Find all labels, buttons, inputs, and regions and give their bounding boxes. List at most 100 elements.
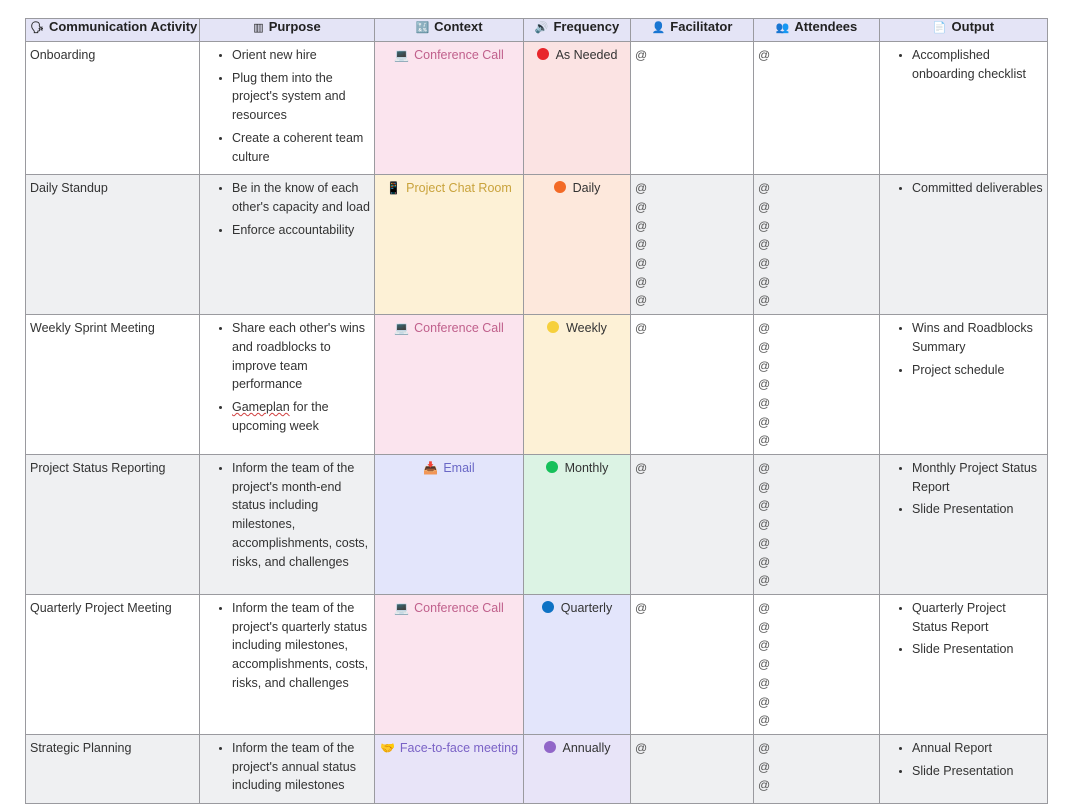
attendee-mention[interactable]: @ [758,198,875,217]
facilitator-mention[interactable]: @ [635,291,749,310]
attendee-mention[interactable]: @ [758,273,875,292]
facilitator-mention[interactable]: @ [635,319,749,338]
column-header-facilitator[interactable]: 👤 Facilitator [630,18,754,42]
output-list: Wins and Roadblocks Summary Project sched… [884,319,1043,379]
facilitator-cell[interactable]: @ [630,454,754,596]
attendee-mention[interactable]: @ [758,515,875,534]
attendee-mention[interactable]: @ [758,571,875,590]
frequency-cell[interactable]: Monthly [523,454,631,596]
activity-cell[interactable]: Project Status Reporting [25,454,200,596]
column-header-context[interactable]: 🔣 Context [374,18,524,42]
attendee-mention[interactable]: @ [758,338,875,357]
column-header-output[interactable]: 📄 Output [879,18,1048,42]
facilitator-mention[interactable]: @ [635,217,749,236]
facilitator-cell[interactable]: @ [630,734,754,804]
facilitator-mention[interactable]: @ [635,235,749,254]
attendees-cell[interactable]: @ [753,40,880,176]
attendee-mention[interactable]: @ [758,693,875,712]
purpose-cell[interactable]: Inform the team of the project's quarter… [199,594,375,736]
frequency-cell[interactable]: Daily [523,174,631,316]
attendee-mention[interactable]: @ [758,758,875,777]
attendee-mention[interactable]: @ [758,776,875,795]
output-cell[interactable]: Monthly Project Status Report Slide Prese… [879,454,1048,596]
attendee-mention[interactable]: @ [758,618,875,637]
attendee-mention[interactable]: @ [758,636,875,655]
column-header-attendees[interactable]: 👥 Attendees [753,18,880,42]
output-item: Monthly Project Status Report [912,459,1043,496]
column-header-communication-activity[interactable]: 🗣 Communication Activity [25,18,200,42]
output-cell[interactable]: Committed deliverables [879,174,1048,316]
column-header-frequency[interactable]: 🔊 Frequency [523,18,631,42]
facilitator-cell[interactable]: @ @ @ @ @ @ @ [630,174,754,316]
attendees-cell[interactable]: @ @ @ @ @ @ @ [753,174,880,316]
attendee-mention[interactable]: @ [758,496,875,515]
context-cell[interactable]: 🤝 Face-to-face meeting [374,734,524,804]
attendee-mention[interactable]: @ [758,375,875,394]
activity-cell[interactable]: Weekly Sprint Meeting [25,314,200,456]
facilitator-mention[interactable]: @ [635,459,749,478]
purpose-cell[interactable]: Orient new hire Plug them into the projec… [199,40,375,176]
attendees-cell[interactable]: @ @ @ @ @ @ @ [753,314,880,456]
frequency-cell[interactable]: Annually [523,734,631,804]
frequency-cell[interactable]: Weekly [523,314,631,456]
facilitator-mention[interactable]: @ [635,46,749,65]
attendee-mention[interactable]: @ [758,711,875,730]
context-cell[interactable]: 📱 Project Chat Room [374,174,524,316]
activity-cell[interactable]: Strategic Planning [25,734,200,804]
context-label: Project Chat Room [406,181,512,196]
facilitator-cell[interactable]: @ [630,594,754,736]
attendee-mention[interactable]: @ [758,739,875,758]
attendee-mention[interactable]: @ [758,431,875,450]
attendee-mention[interactable]: @ [758,674,875,693]
attendees-cell[interactable]: @ @ @ @ @ @ @ [753,594,880,736]
frequency-cell[interactable]: Quarterly [523,594,631,736]
facilitator-cell[interactable]: @ [630,314,754,456]
attendee-mention[interactable]: @ [758,553,875,572]
facilitator-mention[interactable]: @ [635,254,749,273]
output-cell[interactable]: Quarterly Project Status Report Slide Pre… [879,594,1048,736]
output-cell[interactable]: Annual Report Slide Presentation [879,734,1048,804]
attendee-mention[interactable]: @ [758,179,875,198]
purpose-cell[interactable]: Be in the know of each other's capacity … [199,174,375,316]
attendee-mention[interactable]: @ [758,291,875,310]
attendee-mention[interactable]: @ [758,459,875,478]
facilitator-mention[interactable]: @ [635,273,749,292]
purpose-cell[interactable]: Share each other's wins and roadblocks t… [199,314,375,456]
output-cell[interactable]: Wins and Roadblocks Summary Project sched… [879,314,1048,456]
attendee-mention[interactable]: @ [758,478,875,497]
facilitator-mention[interactable]: @ [635,179,749,198]
purpose-list: Share each other's wins and roadblocks t… [204,319,370,435]
person-icon: 👤 [651,22,666,34]
attendee-mention[interactable]: @ [758,217,875,236]
attendee-mention[interactable]: @ [758,413,875,432]
context-cell[interactable]: 💻 Conference Call [374,594,524,736]
purpose-list: Inform the team of the project's annual … [204,739,370,795]
attendee-mention[interactable]: @ [758,357,875,376]
facilitator-mention[interactable]: @ [635,599,749,618]
facilitator-mention[interactable]: @ [635,198,749,217]
attendee-mention[interactable]: @ [758,235,875,254]
activity-cell[interactable]: Onboarding [25,40,200,176]
purpose-cell[interactable]: Inform the team of the project's annual … [199,734,375,804]
frequency-label: Daily [572,181,601,196]
activity-cell[interactable]: Quarterly Project Meeting [25,594,200,736]
attendee-mention[interactable]: @ [758,599,875,618]
column-header-purpose[interactable]: ▥ Purpose [199,18,375,42]
context-cell[interactable]: 📥 Email [374,454,524,596]
frequency-cell[interactable]: As Needed [523,40,631,176]
attendee-mention[interactable]: @ [758,534,875,553]
purpose-cell[interactable]: Inform the team of the project's month-e… [199,454,375,596]
attendees-cell[interactable]: @ @ @ @ @ @ @ [753,454,880,596]
attendee-mention[interactable]: @ [758,254,875,273]
context-cell[interactable]: 💻 Conference Call [374,40,524,176]
attendee-mention[interactable]: @ [758,46,875,65]
attendees-cell[interactable]: @ @ @ [753,734,880,804]
context-cell[interactable]: 💻 Conference Call [374,314,524,456]
attendee-mention[interactable]: @ [758,655,875,674]
activity-cell[interactable]: Daily Standup [25,174,200,316]
output-cell[interactable]: Accomplished onboarding checklist [879,40,1048,176]
facilitator-cell[interactable]: @ [630,40,754,176]
attendee-mention[interactable]: @ [758,319,875,338]
facilitator-mention[interactable]: @ [635,739,749,758]
attendee-mention[interactable]: @ [758,394,875,413]
